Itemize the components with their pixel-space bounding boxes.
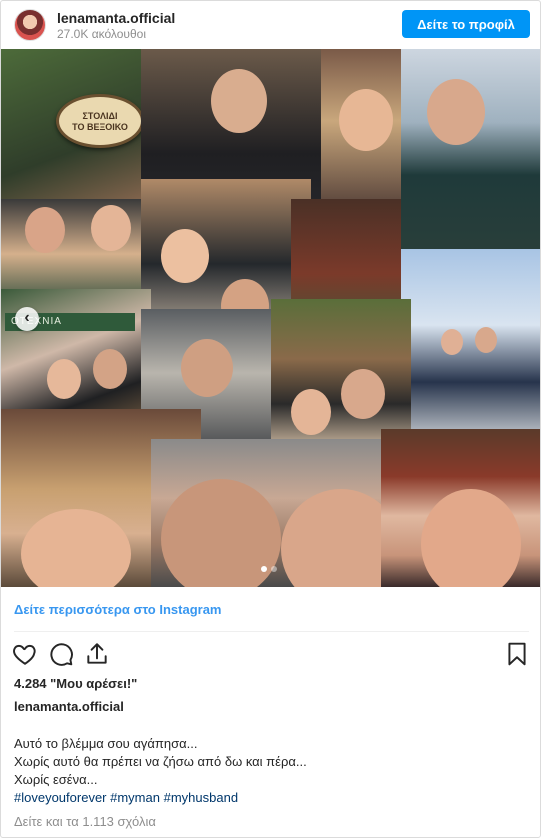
view-more-instagram-link[interactable]: Δείτε περισσότερα στο Instagram <box>14 602 222 617</box>
post-media-collage[interactable]: ΣΤΟΛΙΔΙ ΤΟ ΒΕΞΟΙΚΟ ΟΤΕΧΝΙΑ <box>1 49 540 587</box>
shop-sign-image: ΣΤΟΛΙΔΙ ΤΟ ΒΕΞΟΙΚΟ <box>56 94 144 148</box>
follower-count: 27.0K ακόλουθοι <box>57 27 146 41</box>
collage-photo: ΣΤΟΛΙΔΙ ΤΟ ΒΕΞΟΙΚΟ <box>1 49 151 209</box>
instagram-embed-card: lenamanta.official 27.0K ακόλουθοι Δείτε… <box>0 0 541 838</box>
caption-line: Χωρίς αυτό θα πρέπει να ζήσω από δω και … <box>14 754 307 769</box>
view-all-comments-link[interactable]: Δείτε και τα 1.113 σχόλια <box>14 814 156 829</box>
hashtag-link[interactable]: #loveyouforever <box>14 790 107 805</box>
heart-icon[interactable] <box>12 641 38 667</box>
hashtag-link[interactable]: #myhusband <box>164 790 238 805</box>
collage-photo <box>381 429 540 587</box>
carousel-indicator <box>261 566 281 572</box>
sign-line-1: ΣΤΟΛΙΔΙ <box>82 111 118 121</box>
caption-username[interactable]: lenamanta.official <box>14 699 124 714</box>
collage-photo <box>151 439 401 587</box>
caption-line: Αυτό το βλέμμα σου αγάπησα... <box>14 736 198 751</box>
comment-icon[interactable] <box>48 641 74 667</box>
hashtag-list: #loveyouforever #myman #myhusband <box>14 790 238 805</box>
carousel-dot <box>271 566 277 572</box>
bookmark-icon[interactable] <box>504 641 530 667</box>
view-profile-button[interactable]: Δείτε το προφίλ <box>402 10 530 38</box>
profile-avatar[interactable] <box>14 9 46 41</box>
collage-photo <box>271 299 411 449</box>
collage-photo <box>401 249 540 439</box>
hashtag-link[interactable]: #myman <box>110 790 160 805</box>
username[interactable]: lenamanta.official <box>57 10 175 26</box>
sign-line-2: ΤΟ ΒΕΞΟΙΚΟ <box>72 122 128 132</box>
caption-line: Χωρίς εσένα... <box>14 772 98 787</box>
post-header: lenamanta.official 27.0K ακόλουθοι Δείτε… <box>1 1 540 49</box>
divider <box>14 631 529 632</box>
share-icon[interactable] <box>84 641 110 667</box>
carousel-previous-button[interactable]: ‹ <box>15 307 39 331</box>
carousel-dot-active <box>261 566 267 572</box>
like-count[interactable]: 4.284 "Μου αρέσει!" <box>14 676 137 691</box>
collage-photo <box>401 49 540 259</box>
